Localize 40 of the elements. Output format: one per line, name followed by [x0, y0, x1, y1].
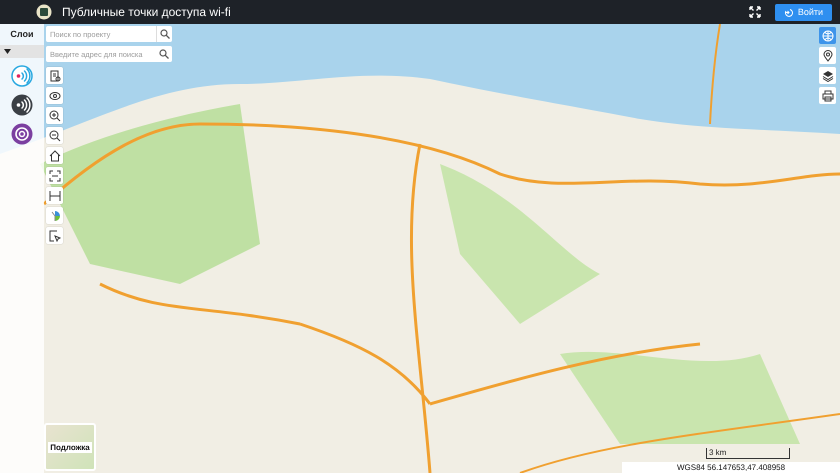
wifi-layer-icon[interactable] [11, 94, 33, 116]
globe-icon [822, 30, 834, 42]
zoom-out-icon [48, 130, 60, 142]
full-extent-icon [48, 170, 60, 182]
measure-icon [48, 190, 60, 202]
print-icon [822, 90, 834, 102]
map-pin-icon [822, 50, 834, 62]
map-tool-button[interactable] [819, 47, 836, 64]
map-tool-button[interactable] [46, 147, 63, 164]
coordinates-readout: WGS84 56.147653,47.408958 [622, 462, 840, 473]
map-tool-button[interactable] [819, 87, 836, 104]
scale-bar: 3 km [706, 448, 790, 459]
map-tool-button[interactable] [46, 227, 63, 244]
fullscreen-icon[interactable] [748, 6, 761, 18]
map-tool-button[interactable] [46, 87, 63, 104]
home-icon [48, 150, 60, 162]
chart-icon [48, 210, 60, 222]
legend-icon [48, 70, 60, 82]
target-layer-icon[interactable] [11, 123, 33, 145]
map-tool-button[interactable] [819, 67, 836, 84]
map-tool-button[interactable] [46, 127, 63, 144]
search-button[interactable] [156, 26, 172, 42]
panel-title: Слои [10, 28, 34, 40]
search-button[interactable] [156, 46, 172, 62]
logo-icon [36, 4, 52, 20]
select-icon [48, 230, 60, 242]
map-tool-button[interactable] [46, 67, 63, 84]
map-tool-button[interactable] [46, 187, 63, 204]
zoom-in-icon [48, 110, 60, 122]
search-icon [160, 29, 170, 39]
caret-icon [4, 49, 11, 54]
map-tool-button[interactable] [46, 107, 63, 124]
basemap-button[interactable]: Подложка [44, 423, 96, 471]
eye-icon [48, 90, 60, 102]
login-icon [784, 8, 793, 16]
search-icon [159, 49, 169, 59]
app-title: Публичные точки доступа wi-fi [62, 5, 231, 19]
collapse-bar[interactable] [0, 45, 44, 58]
map-tool-button[interactable] [46, 167, 63, 184]
layers-icon [822, 70, 834, 82]
